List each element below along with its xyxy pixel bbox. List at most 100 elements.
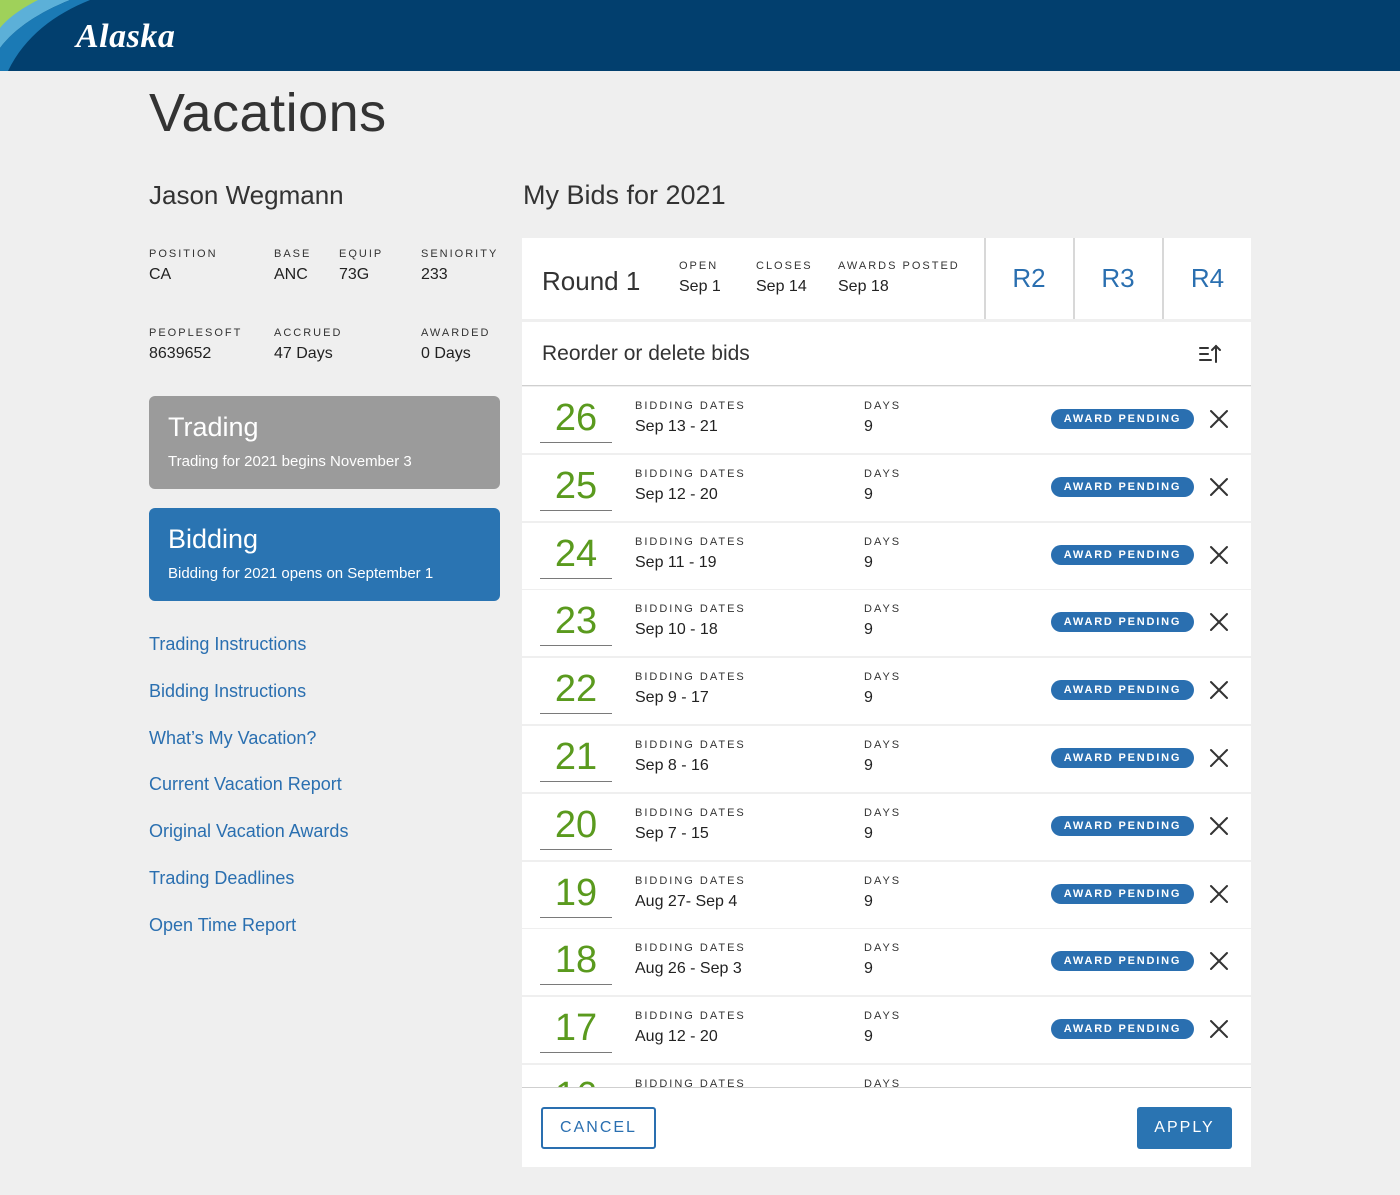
bid-dates-label: BIDDING DATES [635,806,746,819]
bid-days-value: 9 [864,960,873,978]
bid-row[interactable]: 18 BIDDING DATES Aug 26 - Sep 3 DAYS 9 AWARD … [522,929,1251,996]
tab-r4[interactable]: R4 [1162,238,1251,319]
bid-days: DAYS 9 [864,400,901,436]
award-pending-badge: AWARD PENDING [1051,883,1194,904]
bid-row[interactable]: 26 BIDDING DATES Sep 13 - 21 DAYS 9 AWARD PEN… [522,387,1251,453]
alaska-logo[interactable]: Alaska [76,18,175,56]
round-label: Round 1 [542,266,641,296]
delete-bid-icon[interactable] [1208,815,1230,837]
position-stat: POSITION CA [149,248,218,284]
bid-priority-number: 24 [540,531,612,579]
link-original-vacation-awards[interactable]: Original Vacation Awards [149,819,348,866]
delete-bid-icon[interactable] [1208,883,1230,905]
bid-dates-label: BIDDING DATES [635,400,746,412]
bid-days-value: 9 [864,418,873,435]
seniority-stat: SENIORITY 233 [421,248,498,284]
bidding-card-subtitle: Bidding for 2021 opens on September 1 [168,565,434,582]
delete-bid-icon[interactable] [1208,679,1230,701]
round-awards-value: Sep 18 [838,278,889,295]
top-header-bar: Alaska [0,0,1400,71]
bid-dates-label: BIDDING DATES [635,942,746,955]
awarded-stat: AWARDED 0 Days [421,327,490,363]
award-pending-badge: AWARD PENDING [1051,476,1194,497]
bid-dates: BIDDING DATES Sep 13 - 21 [635,400,746,436]
bid-dates-value: Aug 26 - Sep 3 [635,960,742,978]
round-1-panel[interactable]: Round 1 OPEN Sep 1 CLOSES Sep 14 AWARDS … [522,238,984,319]
award-pending-badge: AWARD PENDING [1051,951,1194,972]
bid-dates-value: Aug 12 - 20 [635,1028,718,1046]
bid-dates: BIDDING DATES Sep 12 - 20 [635,468,746,504]
bid-dates-label: BIDDING DATES [635,1010,746,1023]
trading-card-subtitle: Trading for 2021 begins November 3 [168,453,412,470]
seniority-value: 233 [421,266,448,283]
round-awards: AWARDS POSTED Sep 18 [838,260,960,296]
tab-r2[interactable]: R2 [984,238,1072,319]
apply-button[interactable]: APPLY [1137,1107,1232,1149]
delete-bid-icon[interactable] [1208,611,1230,633]
bid-priority-number: 18 [540,937,612,986]
bid-days-value: 9 [864,1028,873,1046]
link-trading-deadlines[interactable]: Trading Deadlines [149,866,348,913]
round-awards-label: AWARDS POSTED [838,260,960,272]
link-bidding-instructions[interactable]: Bidding Instructions [149,679,348,726]
bid-days-label: DAYS [864,738,902,751]
link-trading-instructions[interactable]: Trading Instructions [149,632,348,679]
peoplesoft-stat: PEOPLESOFT 8639652 [149,327,242,363]
bid-days-label: DAYS [864,467,902,480]
user-name: Jason Wegmann [149,180,344,210]
bid-row[interactable]: 22 BIDDING DATES Sep 9 - 17 DAYS 9 AWARD PEND… [522,658,1251,725]
bid-row[interactable]: 17 BIDDING DATES Aug 12 - 20 DAYS 9 AWARD PEN… [522,997,1251,1064]
link-whats-my-vacation[interactable]: What’s My Vacation? [149,726,348,773]
bid-dates-value: Sep 9 - 17 [635,689,709,707]
bid-days-value: 9 [864,621,873,639]
position-value: CA [149,266,172,283]
delete-bid-icon[interactable] [1208,1018,1230,1040]
round-bar: Round 1 OPEN Sep 1 CLOSES Sep 14 AWARDS … [522,238,1251,319]
bid-days: DAYS 9 [864,671,901,707]
bid-row[interactable]: 16BIDDING DATESDAYSAWARD PENDING [522,1064,1251,1087]
bid-row[interactable]: 25 BIDDING DATES Sep 12 - 20 DAYS 9 AWARD PEN… [522,454,1251,521]
cancel-button[interactable]: CANCEL [541,1107,656,1149]
bidding-card-title: Bidding [168,524,259,554]
bid-row[interactable]: 19 BIDDING DATES Aug 27- Sep 4 DAYS 9 AWARD P… [522,861,1251,928]
bid-days-value: 9 [864,689,873,707]
bid-days-value: 9 [864,485,873,503]
bidding-card[interactable]: Bidding Bidding for 2021 opens on Septem… [149,508,500,601]
peoplesoft-value: 8639652 [149,345,212,362]
delete-bid-icon[interactable] [1208,747,1230,769]
tab-r3[interactable]: R3 [1073,238,1161,319]
bid-row[interactable]: 21 BIDDING DATES Sep 8 - 16 DAYS 9 AWARD PEND… [522,725,1251,792]
bid-days: DAYS [864,1078,901,1087]
bid-dates: BIDDING DATES Aug 12 - 20 [635,1010,746,1046]
bid-priority-number: 26 [540,395,612,443]
delete-bid-icon[interactable] [1208,476,1230,498]
bid-priority-number: 20 [540,802,612,850]
trading-card[interactable]: Trading Trading for 2021 begins November… [149,396,500,489]
bid-dates-value: Sep 8 - 16 [635,756,709,774]
delete-bid-icon[interactable] [1208,950,1230,972]
delete-bid-icon[interactable] [1208,544,1230,566]
bid-dates: BIDDING DATES Sep 7 - 15 [635,807,746,843]
link-open-time-report[interactable]: Open Time Report [149,913,348,960]
bid-row[interactable]: 20 BIDDING DATES Sep 7 - 15 DAYS 9 AWARD PEND… [522,793,1251,860]
round-open-value: Sep 1 [679,278,721,295]
bid-dates-label: BIDDING DATES [635,874,746,887]
sort-icon[interactable] [1198,342,1222,366]
bid-row[interactable]: 24 BIDDING DATES Sep 11 - 19 DAYS 9 AWARD PEN… [522,522,1251,589]
bid-days: DAYS 9 [864,603,901,639]
bid-days-value: 9 [864,553,873,571]
award-pending-badge: AWARD PENDING [1051,747,1194,768]
bid-row[interactable]: 23 BIDDING DATES Sep 10 - 18 DAYS 9 AWARD PEN… [522,590,1251,657]
round-open: OPEN Sep 1 [679,260,721,296]
bid-days-value: 9 [864,824,873,842]
sidebar-links: Trading Instructions Bidding Instruction… [149,632,348,960]
bid-priority-number: 21 [540,734,612,782]
accrued-value: 47 Days [274,345,333,362]
bid-days-label: DAYS [864,942,902,955]
reorder-header: Reorder or delete bids [522,322,1251,386]
delete-bid-icon[interactable] [1208,408,1230,430]
bid-days-label: DAYS [864,1077,902,1087]
link-current-vacation-report[interactable]: Current Vacation Report [149,772,348,819]
award-pending-badge: AWARD PENDING [1051,612,1194,633]
bid-dates-value: Sep 11 - 19 [635,553,717,571]
